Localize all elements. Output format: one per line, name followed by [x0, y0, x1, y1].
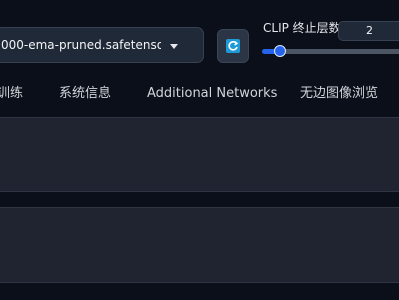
tab-additional-networks[interactable]: Additional Networks: [147, 80, 277, 108]
model-dropdown-value: 000-ema-pruned.safetensors: [1, 38, 161, 52]
model-dropdown[interactable]: 000-ema-pruned.safetensors: [0, 27, 204, 63]
app-root: 000-ema-pruned.safetensors CLIP 终止层数 2 训…: [0, 0, 399, 300]
refresh-icon: [226, 39, 240, 53]
tab-system-info[interactable]: 系统信息: [59, 80, 111, 108]
content-panel-top: [0, 117, 399, 192]
clip-skip-slider-thumb[interactable]: [274, 45, 286, 57]
chevron-down-icon: [170, 44, 178, 49]
tab-infinite-image-browsing[interactable]: 无边图像浏览: [300, 80, 378, 108]
clip-skip-slider-track[interactable]: [276, 49, 399, 54]
clip-skip-label: CLIP 终止层数: [263, 21, 341, 35]
clip-skip-number-input[interactable]: 2: [338, 21, 399, 41]
tab-bar: 训练 系统信息 Additional Networks 无边图像浏览: [0, 80, 399, 110]
tab-train[interactable]: 训练: [0, 80, 23, 108]
refresh-button[interactable]: [217, 29, 249, 63]
content-panel-bottom: [0, 207, 399, 283]
